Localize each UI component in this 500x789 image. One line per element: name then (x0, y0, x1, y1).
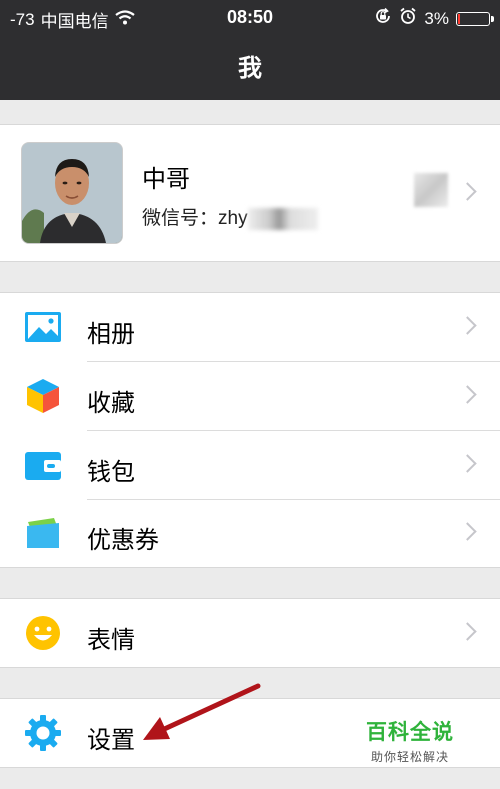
menu-group-2: 表情 (0, 598, 500, 668)
gear-icon (24, 714, 62, 752)
top-bar: -73 中国电信 08:50 3% 我 (0, 0, 500, 100)
battery-level-fill (458, 13, 460, 24)
menu-item-label: 收藏 (87, 390, 135, 417)
chevron-right-icon (458, 522, 477, 541)
profile-chevron-holder (0, 159, 500, 227)
battery-icon (456, 11, 494, 26)
menu-group-1: 相册 收藏 钱包 优惠券 (0, 292, 500, 568)
smiley-icon (24, 614, 62, 652)
status-right: 3% (374, 7, 494, 30)
menu-item-coupons[interactable]: 优惠券 (0, 499, 500, 567)
menu-item-album[interactable]: 相册 (0, 293, 500, 361)
menu-item-label: 钱包 (87, 459, 135, 486)
coupon-icon (24, 514, 62, 552)
chevron-right-icon (458, 622, 477, 641)
battery-percent: 3% (424, 8, 449, 28)
menu-item-label: 设置 (87, 727, 135, 754)
page-title: 我 (238, 55, 262, 82)
menu-item-stickers[interactable]: 表情 (0, 599, 500, 667)
chevron-right-icon (458, 385, 477, 404)
menu-item-label: 相册 (87, 321, 135, 348)
favorites-cube-icon (24, 377, 62, 415)
orientation-lock-icon (374, 7, 392, 30)
profile-card[interactable]: 中哥 微信号：zhy (0, 124, 500, 262)
menu-item-label: 优惠券 (87, 527, 159, 554)
chevron-right-icon (458, 316, 477, 335)
status-bar: -73 中国电信 08:50 3% (0, 0, 500, 34)
watermark-title: 百科全说 (366, 721, 454, 744)
photo-album-icon (24, 308, 62, 346)
chevron-right-icon (458, 454, 477, 473)
chevron-right-icon (458, 182, 477, 201)
wallet-icon (24, 446, 62, 484)
watermark-subtitle: 助你轻松解决 (370, 750, 449, 764)
menu-item-label: 表情 (87, 627, 135, 654)
alarm-clock-icon (399, 7, 417, 30)
watermark-logo: 百科全说 助你轻松解决 (360, 716, 460, 765)
menu-item-wallet[interactable]: 钱包 (0, 431, 500, 499)
menu-item-favorites[interactable]: 收藏 (0, 362, 500, 430)
